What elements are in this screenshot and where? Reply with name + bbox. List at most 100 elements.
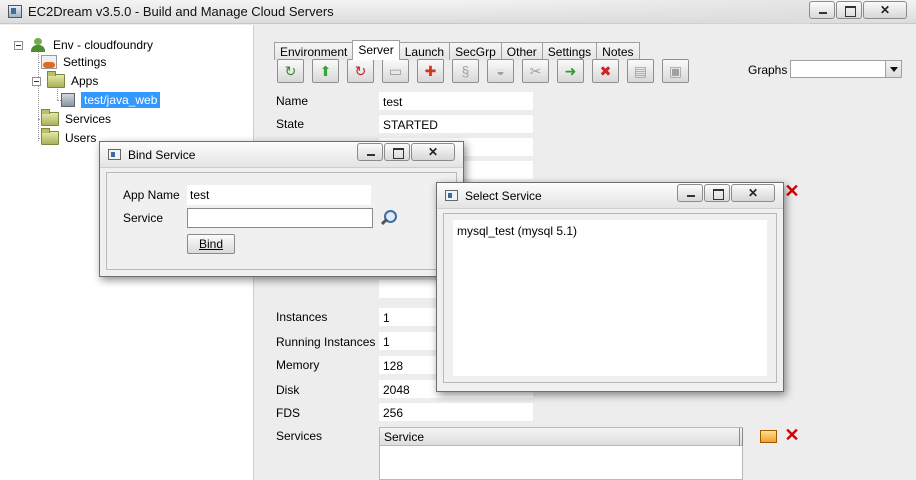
tree-item-settings-label: Settings (63, 55, 107, 69)
tab-server[interactable]: Server (352, 40, 400, 60)
upload-button[interactable]: ⬆ (312, 59, 339, 83)
state-value[interactable]: STARTED (379, 115, 533, 133)
remove-service-button[interactable]: ✕ (782, 426, 802, 444)
tree-item-app-test-java-web[interactable]: test/java_web (61, 91, 161, 109)
refresh-icon: ↻ (284, 63, 297, 79)
select-service-dialog: Select Service ✕ mysql_test (mysql 5.1) (436, 182, 784, 392)
remove-button[interactable]: ✕ (782, 182, 802, 200)
stop-icon: ✖ (599, 63, 612, 79)
chevron-down-icon[interactable] (885, 61, 901, 77)
bind-service-dialog: Bind Service ✕ App Name test Service Bin… (99, 141, 464, 277)
tree-item-settings[interactable]: Settings (41, 53, 106, 71)
tree-item-services-label: Services (65, 112, 112, 126)
maximize-button[interactable] (704, 184, 730, 202)
dialog-title-bar[interactable]: Bind Service ✕ (100, 142, 463, 168)
graphs-label: Graphs (748, 63, 788, 77)
tools-icon: ✂ (529, 63, 542, 79)
minimize-button[interactable] (809, 1, 835, 19)
dialog-title: Bind Service (128, 148, 196, 162)
services-column-header[interactable]: Service (380, 428, 742, 446)
search-icon[interactable] (379, 209, 397, 227)
collapse-icon[interactable] (14, 40, 23, 50)
app-icon (61, 93, 75, 107)
tab-environment[interactable]: Environment (274, 42, 354, 60)
tab-notes[interactable]: Notes (596, 42, 640, 60)
memory-label: Memory (276, 358, 320, 372)
select-service-panel: mysql_test (mysql 5.1) (443, 213, 777, 383)
collapse-icon[interactable] (32, 76, 41, 86)
service-field[interactable] (187, 208, 373, 228)
bind-button[interactable]: Bind (187, 234, 235, 254)
bind-service-form: App Name test Service Bind (106, 172, 457, 270)
dialog-title: Select Service (465, 189, 542, 203)
window-icon (445, 190, 458, 201)
fds-value[interactable]: 256 (379, 403, 533, 421)
tree-item-users[interactable]: Users (41, 128, 97, 147)
tree-item-app-label: test/java_web (81, 92, 161, 108)
minimize-button[interactable] (677, 184, 703, 202)
maximize-button[interactable] (836, 1, 862, 19)
name-value[interactable]: test (379, 92, 533, 110)
refresh-button[interactable]: ↻ (277, 59, 304, 83)
stop-button[interactable]: ✖ (592, 59, 619, 83)
graphs-select[interactable] (790, 60, 902, 78)
server-icon: ▭ (388, 63, 403, 79)
list-item[interactable]: mysql_test (mysql 5.1) (457, 224, 577, 238)
script-button[interactable]: § (452, 59, 479, 83)
chart-button[interactable]: ▤ (627, 59, 654, 83)
minimize-button[interactable] (357, 143, 383, 161)
disk-icon: ◒ (496, 63, 505, 79)
forward-arrow-button[interactable]: ➜ (557, 59, 584, 83)
delete-icon: ✕ (784, 181, 800, 201)
server-button[interactable]: ▭ (382, 59, 409, 83)
maximize-button[interactable] (384, 143, 410, 161)
field-value[interactable] (379, 280, 437, 298)
log-icon: ▣ (668, 63, 683, 79)
add-service-button[interactable] (758, 427, 778, 445)
upload-icon: ⬆ (319, 63, 332, 79)
service-label: Service (123, 211, 164, 225)
restart-icon: ↻ (354, 63, 367, 79)
tab-secgrp[interactable]: SecGrp (449, 42, 502, 60)
fds-label: FDS (276, 406, 300, 420)
tab-other[interactable]: Other (500, 42, 543, 60)
state-label: State (276, 117, 305, 131)
running-instances-label: Running Instances (276, 335, 376, 349)
close-button[interactable]: ✕ (731, 184, 775, 202)
log-button[interactable]: ▣ (662, 59, 689, 83)
delete-icon: ✕ (784, 425, 800, 445)
settings-icon (41, 55, 57, 69)
tree-item-users-label: Users (65, 131, 97, 145)
service-list[interactable]: mysql_test (mysql 5.1) (453, 220, 767, 376)
folder-icon (47, 71, 65, 88)
tree-item-env[interactable]: Env - cloudfoundry (14, 36, 153, 54)
forward-arrow-icon: ➜ (564, 63, 577, 79)
window-title-bar[interactable]: EC2Dream v3.5.0 - Build and Manage Cloud… (0, 0, 916, 24)
restart-button[interactable]: ↻ (347, 59, 374, 83)
name-label: Name (276, 94, 309, 108)
column-resize-handle[interactable] (739, 428, 743, 446)
folder-icon (41, 128, 59, 145)
tab-launch[interactable]: Launch (398, 42, 451, 60)
folder-icon (41, 109, 59, 126)
disk-label: Disk (276, 383, 300, 397)
server-toolbar: ↻ ⬆ ↻ ▭ ✚ § ◒ ✂ ➜ ✖ ▤ ▣ (277, 59, 697, 83)
connect-button[interactable]: ✚ (417, 59, 444, 83)
tools-button[interactable]: ✂ (522, 59, 549, 83)
disk-button[interactable]: ◒ (487, 59, 514, 83)
window-caption-buttons: ✕ (808, 1, 907, 19)
tree-item-env-label: Env - cloudfoundry (53, 38, 154, 52)
services-table[interactable]: Service (379, 427, 743, 480)
app-name-field[interactable]: test (187, 185, 371, 205)
person-icon (29, 38, 47, 52)
dialog-title-bar[interactable]: Select Service ✕ (437, 183, 783, 209)
tree-item-apps[interactable]: Apps (32, 71, 98, 90)
close-button[interactable]: ✕ (411, 143, 455, 161)
close-button[interactable]: ✕ (863, 1, 907, 19)
window-icon (108, 149, 121, 160)
chart-icon: ▤ (633, 63, 648, 79)
tree-item-services[interactable]: Services (41, 109, 112, 128)
tab-settings[interactable]: Settings (541, 42, 598, 60)
app-name-label: App Name (123, 188, 180, 202)
app-icon (8, 5, 22, 18)
